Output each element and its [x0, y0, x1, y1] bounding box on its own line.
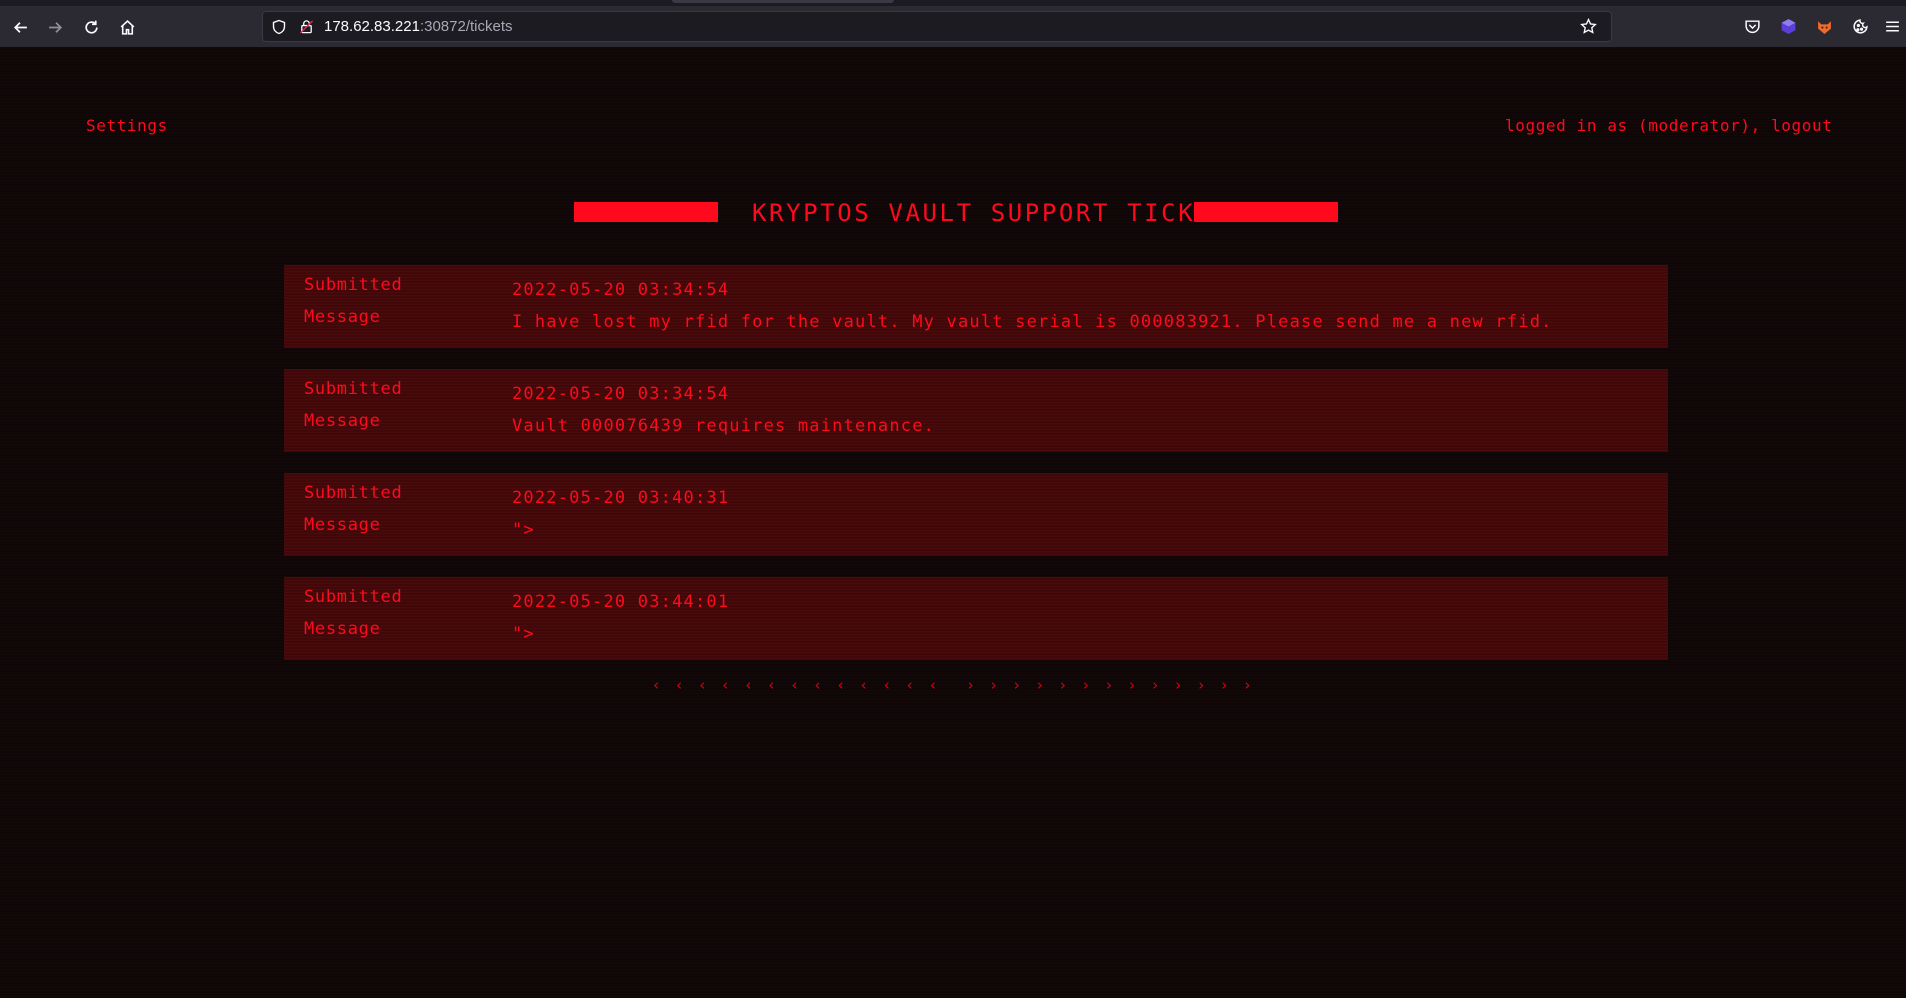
- submitted-label: Submitted: [304, 275, 403, 295]
- ticket-card: Submitted 2022-05-20 03:34:54 Message I …: [284, 265, 1668, 348]
- submitted-value: 2022-05-20 03:34:54: [512, 384, 730, 404]
- page-title: KRYPTOS VAULT SUPPORT TICKETS: [752, 199, 1247, 227]
- pagination-prev[interactable]: ‹ ‹ ‹ ‹ ‹ ‹ ‹ ‹ ‹ ‹ ‹ ‹ ‹: [652, 676, 940, 694]
- url-text[interactable]: 178.62.83.221:30872/tickets: [324, 11, 513, 42]
- message-value: ">: [512, 624, 535, 644]
- submitted-value: 2022-05-20 03:44:01: [512, 592, 730, 612]
- session-logout-link[interactable]: logged in as (moderator), logout: [1505, 116, 1832, 135]
- extension-cube-icon[interactable]: [1776, 14, 1800, 38]
- message-value: ">: [512, 520, 535, 540]
- submitted-value: 2022-05-20 03:34:54: [512, 280, 730, 300]
- page-title-row: KRYPTOS VAULT SUPPORT TICKETS: [0, 196, 1906, 230]
- forward-arrow-icon[interactable]: [42, 14, 68, 40]
- ticket-card: Submitted 2022-05-20 03:34:54 Message Va…: [284, 369, 1668, 452]
- message-label: Message: [304, 307, 381, 327]
- pagination-next[interactable]: › › › › › › › › › › › › ›: [966, 676, 1254, 694]
- submitted-label: Submitted: [304, 587, 403, 607]
- hamburger-menu-icon[interactable]: [1880, 14, 1904, 38]
- message-label: Message: [304, 515, 381, 535]
- settings-link[interactable]: Settings: [86, 116, 168, 135]
- pocket-icon[interactable]: [1740, 14, 1764, 38]
- message-value: I have lost my rfid for the vault. My va…: [512, 312, 1553, 332]
- extension-fox-icon[interactable]: [1812, 14, 1836, 38]
- page-content: Settings logged in as (moderator), logou…: [0, 48, 1906, 998]
- cookie-icon[interactable]: [1848, 14, 1872, 38]
- submitted-label: Submitted: [304, 379, 403, 399]
- home-icon[interactable]: [114, 14, 140, 40]
- url-host: 178.62.83.221: [324, 18, 420, 35]
- browser-toolbar: 178.62.83.221:30872/tickets: [0, 6, 1906, 48]
- submitted-label: Submitted: [304, 483, 403, 503]
- title-decoration-bar-left: [574, 202, 718, 222]
- submitted-value: 2022-05-20 03:40:31: [512, 488, 730, 508]
- back-arrow-icon[interactable]: [7, 14, 33, 40]
- lock-icon[interactable]: [298, 18, 315, 35]
- ticket-card: Submitted 2022-05-20 03:44:01 Message ">: [284, 577, 1668, 660]
- url-bar[interactable]: 178.62.83.221:30872/tickets: [262, 11, 1612, 42]
- title-decoration-bar-right: [1194, 202, 1338, 222]
- active-tab-indicator[interactable]: [672, 0, 894, 3]
- pagination: ‹ ‹ ‹ ‹ ‹ ‹ ‹ ‹ ‹ ‹ ‹ ‹ ‹ › › › › › › › ›…: [0, 676, 1906, 694]
- message-label: Message: [304, 619, 381, 639]
- shield-icon[interactable]: [270, 18, 287, 35]
- ticket-list: Submitted 2022-05-20 03:34:54 Message I …: [284, 265, 1668, 681]
- reload-icon[interactable]: [78, 14, 104, 40]
- message-value: Vault 000076439 requires maintenance.: [512, 416, 936, 436]
- star-icon[interactable]: [1580, 18, 1597, 35]
- message-label: Message: [304, 411, 381, 431]
- url-path: :30872/tickets: [419, 18, 513, 35]
- ticket-card: Submitted 2022-05-20 03:40:31 Message ">: [284, 473, 1668, 556]
